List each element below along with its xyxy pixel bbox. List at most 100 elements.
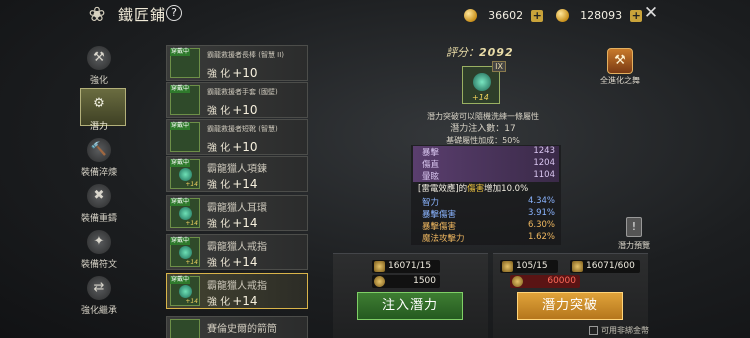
item-name: 賽倫史爾的箭筒 (207, 324, 277, 335)
inject-material: 16071/15 (372, 260, 440, 273)
full-enhance-label: 全進化之舞 (600, 76, 640, 85)
sidebar-item-enhance[interactable]: ⚒ 強化 (68, 44, 130, 90)
item-enhance: 強 化 +14 (207, 216, 258, 230)
injection-count: 潛力注入數：17 (450, 124, 516, 134)
enhance-level: +14 (472, 93, 489, 102)
stat-row: 傷直 1204 (413, 158, 559, 170)
gem-icon (179, 246, 192, 259)
equipment-thumb: 穿戴中 +14 (170, 198, 200, 228)
sidebar-item-potential[interactable]: ⚙ 潛力 (68, 90, 130, 136)
inherit-icon: ⇄ (87, 276, 111, 300)
gold-amount: 36602 (488, 9, 524, 22)
item-enhance: 強 化 +14 (207, 255, 258, 269)
crossed-tools-icon: ✖ (87, 184, 111, 208)
material-icon (572, 261, 583, 272)
currency-gold: 36602 + (464, 5, 544, 22)
use-unbound-gold-checkbox[interactable] (589, 326, 598, 335)
list-item[interactable]: 穿戴中 +14 霸龍獵人戒指 強 化 +14 (166, 234, 308, 270)
page-title: 鐵匠鋪 (118, 6, 167, 24)
equipment-thumb: 穿戴中 +14 (170, 159, 200, 189)
item-enhance: 強 化 +10 (207, 140, 258, 154)
stat-row: 暈眩 1104 (413, 170, 559, 182)
inject-cost: 1500 (372, 275, 440, 288)
silver-coin-icon (374, 276, 385, 287)
silver-coin-icon (556, 9, 569, 22)
equipment-thumb: 穿戴中 +14 (170, 276, 200, 306)
help-icon[interactable]: ? (166, 5, 182, 21)
sidebar-item-label: 潛力 (89, 122, 108, 132)
gem-icon (179, 285, 192, 298)
add-gold-button[interactable]: + (531, 9, 544, 22)
breakthrough-material: 105/15 (500, 260, 558, 273)
tier-badge: IX (492, 61, 506, 72)
add-silver-button[interactable]: + (630, 9, 643, 22)
material-icon (502, 261, 513, 272)
sidebar-item-inherit[interactable]: ⇄ 強化繼承 (68, 274, 130, 320)
score: 評分：2092 (446, 46, 514, 59)
stat-row: 智力 4.34% (422, 196, 555, 208)
item-enhance: 強 化 +10 (207, 66, 258, 80)
use-unbound-gold-label: 可用非綁金幣 (601, 326, 649, 335)
stat-row: 暴擊 1243 (413, 146, 559, 158)
sidebar-item-refine[interactable]: 🔨 裝備淬煉 (68, 136, 130, 182)
item-enhance: 強 化 +14 (207, 177, 258, 191)
stat-row: 暴擊傷害 6.30% (422, 220, 555, 232)
list-item-selected[interactable]: 穿戴中 +14 霸龍獵人戒指 強 化 +14 (166, 273, 308, 309)
info-line: 潛力突破可以隨機洗練一條屬性 (427, 112, 539, 121)
list-item[interactable]: 穿戴中 霸龍救援者手套 (國壁) 強 化 +10 (166, 82, 308, 118)
rune-flame-icon: ✦ (87, 230, 111, 254)
selected-equipment-icon: IX +14 (462, 61, 506, 104)
item-name: 霸龍救援者短靴 (智慧) (207, 125, 278, 133)
blacksmith-emblem-icon: ❀ (88, 2, 106, 26)
stat-row: 暴擊傷害 3.91% (422, 208, 555, 220)
stats-panel: 暴擊 1243 傷直 1204 暈眩 1104 [雷電效應]的傷害增加10.0% 智力… (411, 145, 561, 245)
item-enhance: 強 化 +14 (207, 294, 258, 308)
item-enhance: 強 化 +10 (207, 103, 258, 117)
item-name: 霸龍獵人戒指 (207, 281, 267, 292)
anvil-icon: ⚒ (87, 46, 111, 70)
gold-coin-icon (512, 276, 523, 287)
item-name: 霸龍獵人耳環 (207, 203, 267, 214)
stat-row: 魔法攻擊力 1.62% (422, 232, 555, 244)
gold-coin-icon (464, 9, 477, 22)
sidebar-item-label: 強化 (89, 76, 108, 86)
equipment-thumb: 穿戴中 (170, 48, 200, 78)
gear-icon: ⚙ (93, 96, 105, 111)
hammer-icon: 🔨 (87, 138, 111, 162)
material-icon (374, 261, 385, 272)
sidebar-item-reforge[interactable]: ✖ 裝備重鑄 (68, 182, 130, 228)
potential-breakthrough-button[interactable]: 潛力突破 (517, 292, 623, 320)
top-bar: ❀ 鐵匠鋪 ? 36602 + 128093 + ✕ (0, 0, 750, 28)
item-name: 霸龍救援者長棒 (智慧 II) (207, 51, 285, 59)
list-item[interactable]: 穿戴中 +14 霸龍獵人耳環 強 化 +14 (166, 195, 308, 231)
sidebar-item-label: 裝備重鑄 (80, 214, 117, 224)
list-item[interactable]: 賽倫史爾的箭筒 (166, 316, 308, 338)
gem-icon (179, 168, 192, 181)
item-name: 霸龍獵人項鍊 (207, 164, 267, 175)
item-name: 霸龍救援者手套 (國壁) (207, 88, 278, 96)
stat-row: [雷電效應]的傷害增加10.0% (418, 184, 529, 194)
full-enhance-button[interactable]: ⚒ 全進化之舞 (600, 48, 640, 86)
breakthrough-material-2: 16071/600 (570, 260, 640, 273)
potential-preview-label: 潛力預覽 (618, 241, 650, 250)
breakthrough-cost: 60000 (510, 275, 580, 288)
equipment-thumb (170, 319, 200, 338)
gem-icon (473, 73, 491, 91)
sidebar-item-label: 強化繼承 (80, 306, 117, 316)
currency-silver: 128093 + (556, 5, 643, 22)
sidebar-item-label: 裝備符文 (80, 260, 117, 270)
sidebar-item-label: 裝備淬煉 (80, 168, 117, 178)
list-item[interactable]: 穿戴中 +14 霸龍獵人項鍊 強 化 +14 (166, 156, 308, 192)
close-icon[interactable]: ✕ (642, 4, 660, 22)
gem-icon (179, 207, 192, 220)
equipment-thumb: 穿戴中 +14 (170, 237, 200, 267)
list-item[interactable]: 穿戴中 霸龍救援者長棒 (智慧 II) 強 化 +10 (166, 45, 308, 81)
sidebar-item-rune[interactable]: ✦ 裝備符文 (68, 228, 130, 274)
equipment-list[interactable]: 穿戴中 霸龍救援者長棒 (智慧 II) 強 化 +10 穿戴中 霸龍救援者手套 (… (162, 39, 312, 338)
equipment-thumb: 穿戴中 (170, 122, 200, 152)
list-item[interactable]: 穿戴中 霸龍救援者短靴 (智慧) 強 化 +10 (166, 119, 308, 155)
inject-potential-button[interactable]: 注入潛力 (357, 292, 463, 320)
item-name: 霸龍獵人戒指 (207, 242, 267, 253)
silver-amount: 128093 (580, 9, 623, 22)
potential-preview-button[interactable]: ! 潛力預覽 (612, 217, 656, 251)
